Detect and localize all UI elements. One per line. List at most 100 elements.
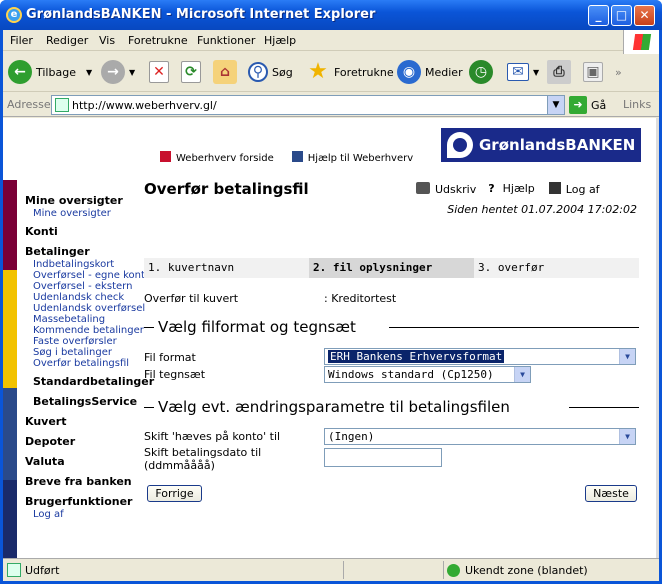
nav-item-faste-overførsler[interactable]: Faste overførsler [33, 336, 145, 347]
stop-icon: ✕ [149, 61, 169, 83]
page-tools: Udskriv ? Hjælp Log af [416, 182, 600, 196]
help-label: Hjælp [502, 182, 535, 195]
nav-item-overførsel-egne-konti[interactable]: Overførsel - egne konti [33, 270, 148, 281]
nav-item-søg-i-betalinger[interactable]: Søg i betalinger [33, 347, 145, 358]
section-format-title: Vælg filformat og tegnsæt [154, 318, 360, 336]
forward-button[interactable]: → ▼ [101, 57, 135, 87]
stop-button[interactable]: ✕ [149, 57, 173, 87]
media-label: Medier [425, 65, 463, 79]
nav-item-breve-fra-banken[interactable]: Breve fra banken [25, 475, 145, 489]
status-page-icon [7, 563, 21, 577]
toolbar-overflow-icon[interactable]: » [615, 57, 622, 87]
address-dropdown-icon[interactable]: ▼ [547, 96, 564, 114]
menu-help[interactable]: Hjælp [264, 34, 296, 47]
nav-item-betalinger[interactable]: Betalinger [25, 245, 145, 259]
page-title: Overfør betalingsfil [144, 180, 309, 198]
links-button[interactable]: Links [623, 98, 651, 111]
nav-item-mine-oversigter[interactable]: Mine oversigter [25, 194, 145, 208]
menu-favorites[interactable]: Foretrukne [128, 34, 188, 47]
nav-item-overførsel-ekstern[interactable]: Overførsel - ekstern [33, 281, 145, 292]
favorites-button[interactable]: ★ Foretrukne [306, 57, 394, 87]
left-color-bar [3, 180, 17, 270]
status-bar: Udført Ukendt zone (blandet) [3, 558, 659, 581]
minimize-button[interactable]: _ [588, 5, 609, 26]
nav-item-log-af[interactable]: Log af [33, 509, 145, 520]
print-link[interactable]: Udskriv [416, 182, 476, 196]
nav-item-konti[interactable]: Konti [25, 225, 145, 239]
previous-button[interactable]: Forrige [147, 485, 202, 502]
refresh-icon: ⟳ [181, 61, 201, 83]
mail-dropdown-icon[interactable]: ▼ [533, 68, 539, 77]
nav-item-betalingsservice[interactable]: BetalingsService [33, 395, 145, 409]
title-bar[interactable]: e GrønlandsBANKEN - Microsoft Internet E… [0, 0, 662, 30]
date-label-2: (ddmmåååå) [144, 459, 215, 472]
section-format: Vælg filformat og tegnsæt [144, 318, 639, 336]
debit-dropdown-icon[interactable]: ▼ [619, 429, 635, 444]
section-params: Vælg evt. ændringsparametre til betaling… [144, 398, 639, 416]
menu-edit[interactable]: Rediger [46, 34, 88, 47]
nav-item-udenlandsk-check[interactable]: Udenlandsk check [33, 292, 145, 303]
back-dropdown-icon[interactable]: ▼ [86, 68, 92, 77]
address-input[interactable]: http://www.weberhverv.gl/ ▼ [51, 95, 565, 115]
mail-icon: ✉ [507, 63, 529, 81]
format-dropdown-icon[interactable]: ▼ [619, 349, 635, 364]
nav-item-valuta[interactable]: Valuta [25, 455, 145, 469]
top-links: Weberhverv forside Hjælp til Weberhverv [160, 151, 413, 164]
nav-item-kommende-betalinger[interactable]: Kommende betalinger [33, 325, 145, 336]
format-select[interactable]: ERH Bankens Erhvervsformat ▼ [324, 348, 636, 365]
refresh-button[interactable]: ⟳ [181, 57, 205, 87]
top-link-home[interactable]: Weberhverv forside [160, 151, 274, 164]
search-button[interactable]: ⚲ Søg [248, 57, 293, 87]
zone-label: Ukendt zone (blandet) [465, 564, 588, 577]
edit-button[interactable]: ▣ [583, 57, 607, 87]
debit-label: Skift 'hæves på konto' til [144, 430, 281, 443]
forward-dropdown-icon[interactable]: ▼ [129, 68, 135, 77]
charset-select[interactable]: Windows standard (Cp1250) ▼ [324, 366, 531, 383]
menu-file[interactable]: Filer [10, 34, 33, 47]
help-link[interactable]: ? Hjælp [488, 182, 535, 196]
nav-item-depoter[interactable]: Depoter [25, 435, 145, 449]
go-button[interactable]: ➜ Gå [569, 96, 606, 114]
window-title: GrønlandsBANKEN - Microsoft Internet Exp… [26, 7, 376, 22]
left-color-bar [3, 480, 17, 558]
next-button[interactable]: Næste [585, 485, 637, 502]
nav-item-kuvert[interactable]: Kuvert [25, 415, 145, 429]
debit-value: (Ingen) [328, 430, 375, 443]
print-button[interactable]: ⎙ [547, 57, 575, 87]
back-button[interactable]: ← Tilbage ▼ [8, 57, 92, 87]
logoff-link[interactable]: Log af [548, 182, 600, 196]
maximize-button[interactable]: □ [611, 5, 632, 26]
top-link-help-square-icon [291, 151, 303, 162]
top-link-help-label: Hjælp til Weberhverv [307, 153, 414, 164]
mail-button[interactable]: ✉ ▼ [507, 57, 539, 87]
nav-item-indbetalingskort[interactable]: Indbetalingskort [33, 259, 145, 270]
transfer-value: : Kreditortest [324, 292, 397, 305]
bank-logo-text: GrønlandsBANKEN [479, 136, 636, 154]
nav-item-brugerfunktioner[interactable]: Brugerfunktioner [25, 495, 145, 509]
payment-date-input[interactable] [324, 448, 442, 467]
charset-dropdown-icon[interactable]: ▼ [514, 367, 530, 382]
media-button[interactable]: ◉ Medier [397, 57, 463, 87]
nav-item-standardbetalinger[interactable]: Standardbetalinger [33, 375, 154, 389]
close-button[interactable]: ✕ [634, 5, 655, 26]
nav-item-massebetaling[interactable]: Massebetaling [33, 314, 145, 325]
nav-item-overfør-betalingsfil[interactable]: Overfør betalingsfil [33, 358, 145, 369]
media-globe-icon: ◉ [397, 60, 421, 84]
print-icon [416, 182, 430, 194]
favorites-label: Foretrukne [334, 65, 394, 79]
menu-view[interactable]: Vis [99, 34, 115, 47]
history-button[interactable]: ◷ [469, 57, 497, 87]
address-url: http://www.weberhverv.gl/ [72, 99, 217, 112]
nav-item-udenlandsk-overførsel[interactable]: Udenlandsk overførsel [33, 303, 145, 314]
back-arrow-icon: ← [8, 60, 32, 84]
page-fetched-time: Siden hentet 01.07.2004 17:02:02 [447, 203, 637, 216]
home-button[interactable]: ⌂ [213, 57, 241, 87]
debit-account-select[interactable]: (Ingen) ▼ [324, 428, 636, 445]
menu-tools[interactable]: Funktioner [197, 34, 255, 47]
top-link-help[interactable]: Hjælp til Weberhverv [291, 151, 414, 164]
ie-logo-icon: e [6, 7, 22, 23]
section-params-title: Vælg evt. ændringsparametre til betaling… [154, 398, 514, 416]
top-link-home-square-icon [160, 151, 171, 162]
address-label: Adresse [7, 98, 51, 111]
nav-item-mine-oversigter[interactable]: Mine oversigter [33, 208, 145, 219]
